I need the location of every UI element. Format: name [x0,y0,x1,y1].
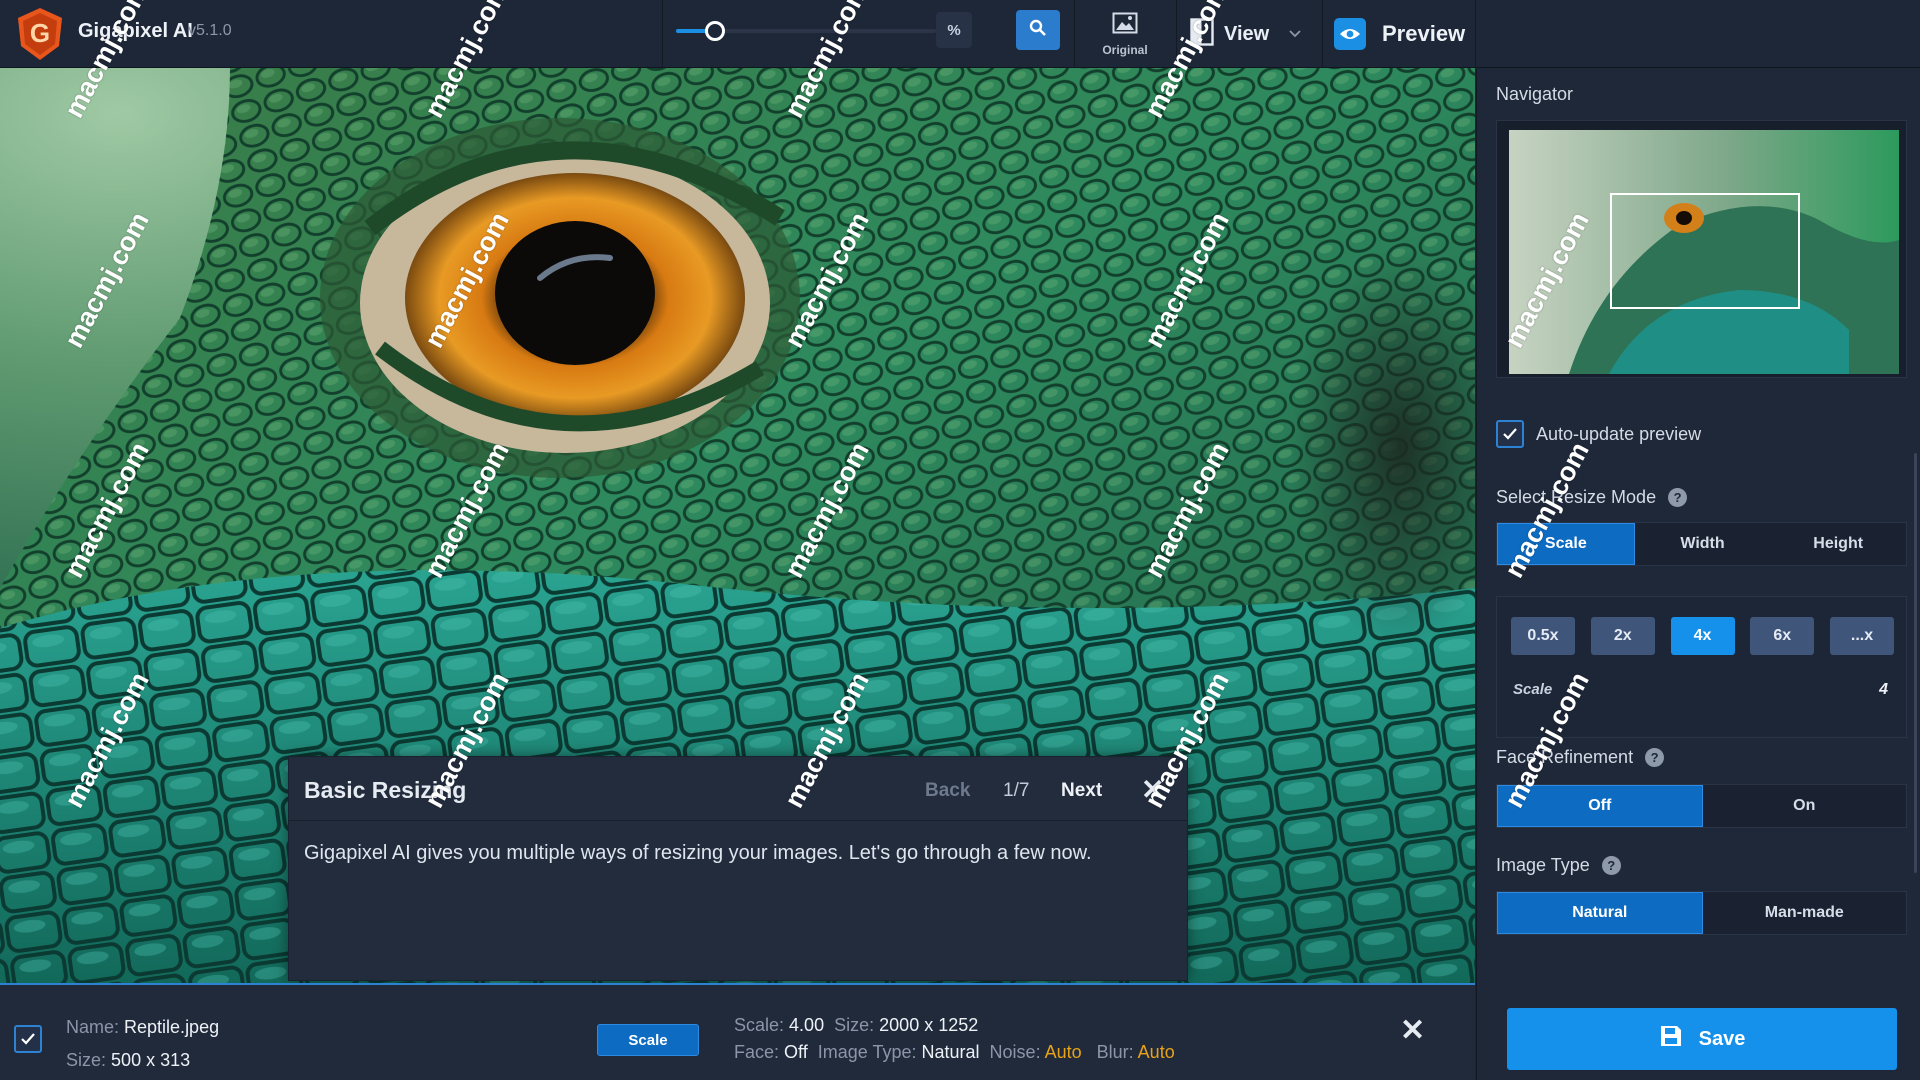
toolbar-divider [662,0,663,68]
help-icon[interactable]: ? [1645,748,1665,767]
resize-mode-title: Select Resize Mode ? [1496,487,1688,508]
image-icon [1112,12,1138,39]
checkbox-icon[interactable] [1496,420,1524,448]
scale-preset-6x[interactable]: 6x [1750,617,1815,655]
zoom-icon [1029,19,1047,42]
navigator[interactable] [1496,120,1907,378]
zoom-button[interactable] [1016,10,1060,50]
file-list-item[interactable]: Name: Reptile.jpeg Size: 500 x 313 Scale… [0,983,1475,1080]
save-label: Save [1698,1027,1746,1050]
split-view-icon [1190,17,1214,51]
tutorial-back-button[interactable]: Back [925,780,970,802]
app-title: Gigapixel AI [78,20,193,42]
tutorial-next-button[interactable]: Next [1061,780,1102,802]
image-type-man-made[interactable]: Man-made [1703,892,1907,934]
resize-mode-selector[interactable]: Scale Width Height [1496,522,1907,566]
settings-summary: Face: Off Image Type: Natural Noise: Aut… [734,1042,1175,1062]
resize-mode-scale[interactable]: Scale [1497,523,1635,565]
output-summary: Scale: 4.00 Size: 2000 x 1252 [734,1015,979,1035]
toolbar-divider [1475,0,1476,68]
view-label: View [1224,22,1270,45]
preview-label: Preview [1382,21,1466,46]
zoom-slider-thumb[interactable] [705,21,725,41]
gigapixel-logo: G [14,6,66,62]
scale-options: 0.5x 2x 4x 6x ...x Scale 4 [1496,596,1907,738]
auto-update-label: Auto-update preview [1536,423,1702,444]
image-type-natural[interactable]: Natural [1497,892,1703,934]
face-refinement-title: Face Refinement ? [1496,747,1665,768]
remove-file-icon[interactable]: ✕ [1400,1013,1425,1048]
original-label: Original [1102,42,1148,57]
toolbar-divider [1176,0,1177,68]
scale-field-input[interactable]: 4 [1879,681,1888,699]
fit-zoom-button[interactable]: % [936,12,972,48]
toolbar-divider [1074,0,1075,68]
file-size: Size: 500 x 313 [66,1050,191,1070]
face-refinement-on[interactable]: On [1703,785,1907,827]
face-refinement-selector[interactable]: Off On [1496,784,1907,828]
tutorial-step-counter: 1/7 [1003,780,1030,801]
image-type-selector[interactable]: Natural Man-made [1496,891,1907,935]
tutorial-header: Basic Resizing Back 1/7 Next ✕ [289,757,1187,821]
file-checkbox[interactable] [14,1025,42,1053]
help-icon[interactable]: ? [1668,488,1688,507]
image-type-title: Image Type ? [1496,855,1621,876]
scale-presets: 0.5x 2x 4x 6x ...x [1511,617,1894,655]
auto-update-preview-checkbox[interactable]: Auto-update preview [1496,420,1701,448]
top-toolbar: G Gigapixel AI v5.1.0 % Original View Pr… [0,0,1920,68]
logo-letter: G [30,18,50,48]
save-button[interactable]: Save [1507,1008,1897,1070]
file-name: Name: Reptile.jpeg [66,1017,220,1037]
navigator-viewport[interactable] [1610,193,1800,309]
close-icon[interactable]: ✕ [1141,773,1164,806]
tutorial-body-text: Gigapixel AI gives you multiple ways of … [304,842,1092,864]
scale-preset-4x[interactable]: 4x [1670,617,1735,655]
resize-mode-width[interactable]: Width [1635,523,1771,565]
resize-mode-badge: Scale [597,1024,699,1056]
save-icon [1659,1024,1683,1054]
scale-preset-custom[interactable]: ...x [1830,617,1894,655]
scale-field-label: Scale [1513,681,1553,698]
help-icon[interactable]: ? [1601,856,1621,875]
scale-preset-2x[interactable]: 2x [1590,617,1655,655]
settings-panel: Navigator Auto-update preview Select Res… [1476,68,1920,1080]
zoom-slider[interactable] [676,20,936,42]
preview-toggle[interactable]: Preview [1334,14,1465,54]
view-menu[interactable]: View [1190,14,1301,54]
resize-mode-height[interactable]: Height [1770,523,1906,565]
navigator-thumbnail[interactable] [1509,130,1899,374]
original-button[interactable]: Original [1080,6,1170,62]
scale-preset-0-5x[interactable]: 0.5x [1511,617,1575,655]
eye-icon [1334,18,1366,50]
toolbar-divider [1322,0,1323,68]
tutorial-title: Basic Resizing [304,777,467,803]
app-version: v5.1.0 [188,22,232,39]
chevron-down-icon [1289,25,1301,43]
face-refinement-off[interactable]: Off [1497,785,1703,827]
navigator-title: Navigator [1496,84,1574,104]
tutorial-popup: Basic Resizing Back 1/7 Next ✕ Gigapixel… [288,756,1188,981]
panel-scrollbar[interactable] [1914,453,1917,873]
